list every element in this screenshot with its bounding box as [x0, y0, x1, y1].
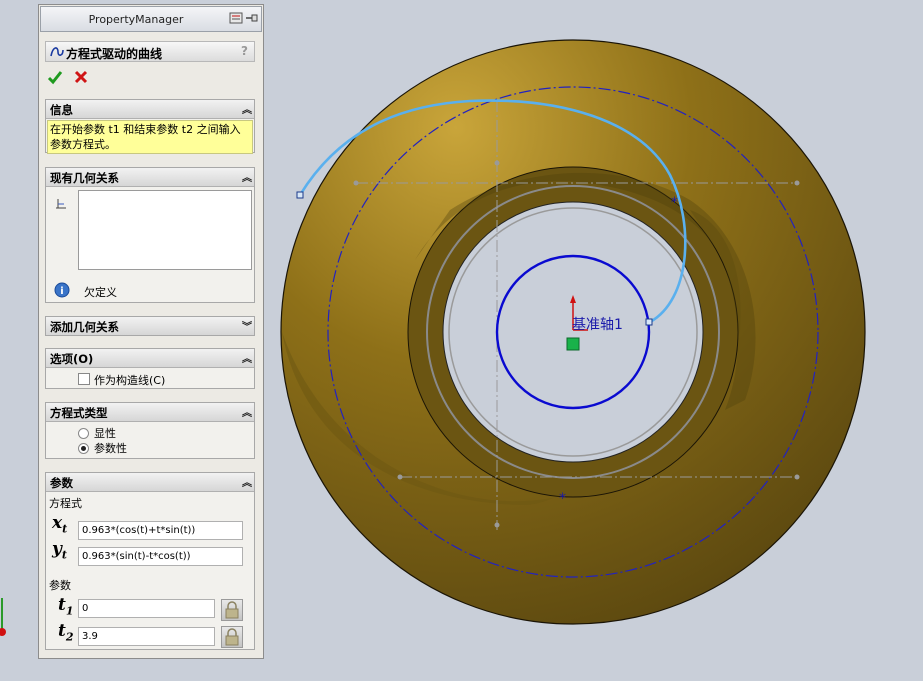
- curve-end-point[interactable]: [645, 318, 653, 326]
- explicit-radio[interactable]: [78, 426, 89, 439]
- pin-icon[interactable]: [245, 12, 259, 24]
- svg-text:i: i: [60, 286, 63, 297]
- yt-equation-field[interactable]: 0.963*(sin(t)-t*cos(t)): [78, 547, 243, 566]
- parametric-radio[interactable]: [78, 441, 89, 454]
- feature-title: 方程式驱动的曲线: [66, 47, 163, 61]
- expand-icon[interactable]: [229, 12, 243, 24]
- xt-symbol: xt: [52, 513, 68, 536]
- options-group: 选项(O) ︽ 作为构造线(C): [45, 348, 255, 389]
- check-icon: [47, 71, 63, 85]
- lock-icon: [225, 628, 239, 646]
- x-icon: [74, 70, 88, 84]
- info-message: 在开始参数 t1 和结束参数 t2 之间输入参数方程式。: [47, 120, 253, 154]
- t2-field[interactable]: 3.9: [78, 627, 215, 646]
- sketch-point-marker: *: [671, 195, 678, 211]
- parameter-label: 参数: [49, 579, 71, 592]
- property-manager-tab[interactable]: PropertyManager: [40, 6, 262, 32]
- equation-curve-icon: [49, 44, 65, 63]
- info-group: 信息 ︽ 在开始参数 t1 和结束参数 t2 之间输入参数方程式。: [45, 99, 255, 154]
- collapse-icon[interactable]: ︽: [242, 101, 252, 116]
- info-icon: i: [54, 282, 70, 301]
- construction-label: 作为构造线(C): [94, 374, 166, 387]
- datum-axis-label: 基准轴1: [572, 316, 623, 333]
- cancel-button[interactable]: [73, 69, 89, 89]
- expand-chevron-icon[interactable]: ︾: [242, 318, 252, 333]
- ok-button[interactable]: [47, 69, 63, 89]
- definition-status: 欠定义: [84, 286, 117, 299]
- add-relations-group: 添加几何关系 ︾: [45, 316, 255, 336]
- parameters-group-header[interactable]: 参数 ︽: [46, 473, 254, 492]
- relations-group-header[interactable]: 现有几何关系 ︽: [46, 168, 254, 187]
- help-button[interactable]: ?: [241, 44, 248, 58]
- equation-label: 方程式: [49, 497, 82, 510]
- add-relations-header[interactable]: 添加几何关系 ︾: [46, 317, 254, 335]
- feature-header: 方程式驱动的曲线 ?: [45, 41, 255, 62]
- relation-icon: [54, 196, 68, 213]
- equation-type-header[interactable]: 方程式类型 ︽: [46, 403, 254, 422]
- sketch-point-marker: *: [559, 491, 566, 507]
- xt-equation-field[interactable]: 0.963*(cos(t)+t*sin(t)): [78, 521, 243, 540]
- property-manager-title: PropertyManager: [88, 13, 184, 26]
- t1-field[interactable]: 0: [78, 599, 215, 618]
- equation-type-group: 方程式类型 ︽ 显性 参数性: [45, 402, 255, 459]
- triad-icon: [0, 598, 6, 636]
- t1-symbol: t1: [58, 595, 74, 618]
- collapse-icon[interactable]: ︽: [242, 404, 252, 419]
- t2-lock-button[interactable]: [221, 626, 243, 648]
- options-group-header[interactable]: 选项(O) ︽: [46, 349, 254, 368]
- parameters-group: 参数 ︽ 方程式 xt 0.963*(cos(t)+t*sin(t)) yt 0…: [45, 472, 255, 650]
- curve-start-point[interactable]: [296, 191, 304, 199]
- relations-list[interactable]: [78, 190, 252, 270]
- yt-symbol: yt: [52, 539, 67, 562]
- info-group-header[interactable]: 信息 ︽: [46, 100, 254, 119]
- collapse-icon[interactable]: ︽: [242, 474, 252, 489]
- t1-lock-button[interactable]: [221, 599, 243, 621]
- relations-group: 现有几何关系 ︽ i 欠定义: [45, 167, 255, 303]
- property-manager-panel: PropertyManager 方程式驱动的曲线 ? 信息 ︽ 在开始参数 t1…: [38, 4, 264, 659]
- explicit-label: 显性: [94, 427, 116, 440]
- lock-icon: [225, 601, 239, 619]
- collapse-icon[interactable]: ︽: [242, 169, 252, 184]
- collapse-icon[interactable]: ︽: [242, 350, 252, 365]
- construction-checkbox[interactable]: [78, 372, 90, 385]
- t2-symbol: t2: [58, 621, 74, 644]
- parametric-label: 参数性: [94, 442, 127, 455]
